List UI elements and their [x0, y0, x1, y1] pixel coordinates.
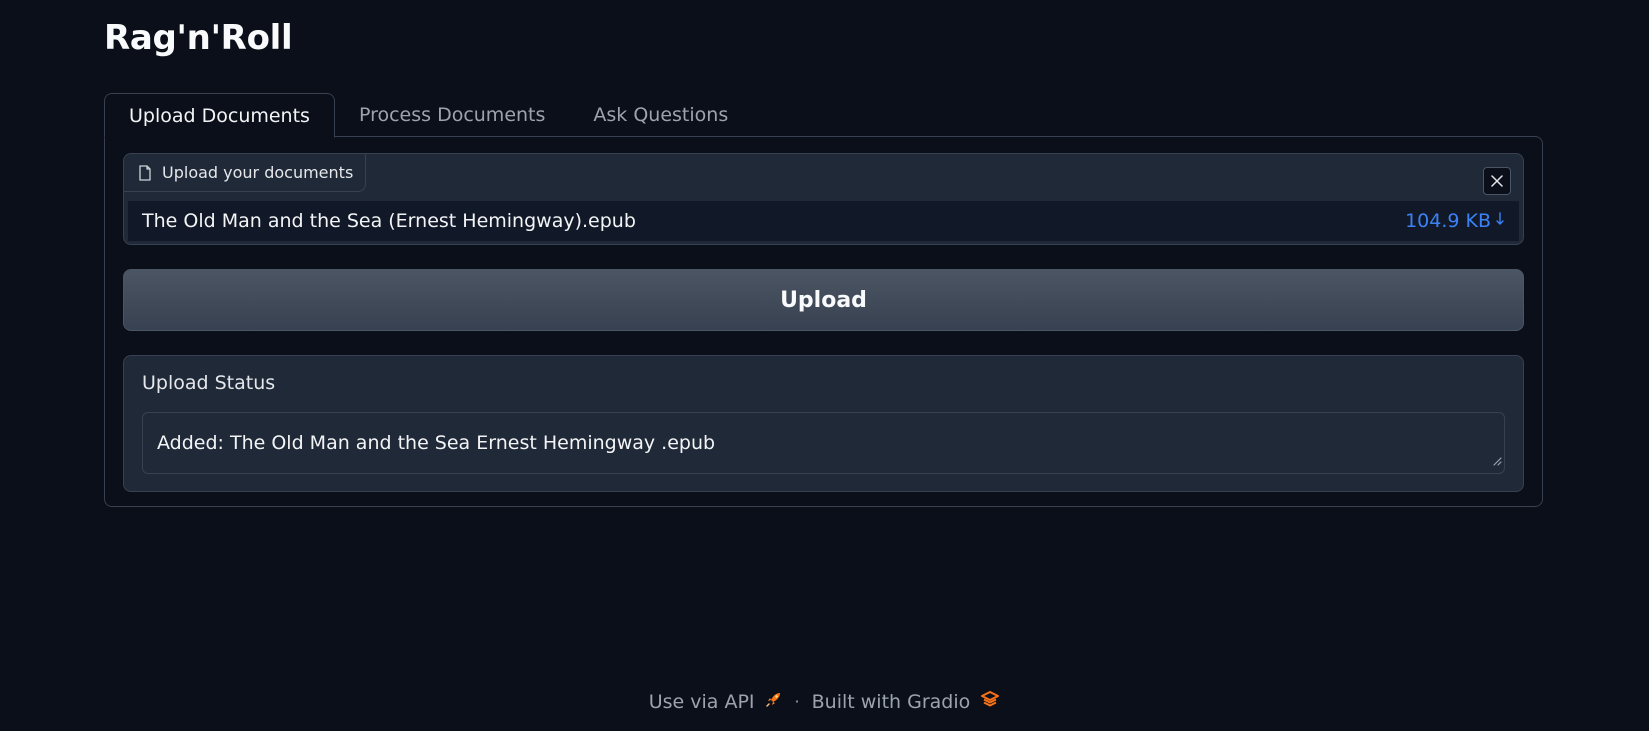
download-arrow-icon	[1495, 210, 1505, 232]
built-with-gradio-label: Built with Gradio	[811, 690, 971, 713]
upload-status-label: Upload Status	[142, 372, 276, 394]
built-with-gradio-link[interactable]: Built with Gradio	[812, 690, 1001, 713]
tab-ask-questions[interactable]: Ask Questions	[569, 93, 752, 137]
app-root: Rag'n'Roll Upload Documents Process Docu…	[0, 0, 1649, 731]
file-upload-label: Upload your documents	[124, 154, 367, 192]
close-icon	[1491, 172, 1503, 191]
file-upload-label-text: Upload your documents	[162, 163, 354, 182]
upload-status-component: Upload Status Added: The Old Man and the…	[123, 355, 1524, 492]
use-via-api-label: Use via API	[648, 690, 755, 713]
file-icon	[138, 164, 152, 181]
upload-button[interactable]: Upload	[123, 269, 1524, 331]
tab-upload-documents[interactable]: Upload Documents	[104, 93, 335, 138]
upload-status-textbox[interactable]: Added: The Old Man and the Sea Ernest He…	[142, 412, 1505, 474]
uploaded-file-name: The Old Man and the Sea (Ernest Hemingwa…	[142, 210, 636, 232]
rocket-icon	[765, 690, 783, 713]
footer: Use via API · Built with Gradio	[0, 690, 1649, 713]
footer-separator: ·	[794, 692, 800, 711]
file-upload-component: Upload your documents The Old Man and th…	[123, 153, 1524, 245]
file-size-text: 104.9 KB	[1405, 210, 1491, 232]
clear-file-button[interactable]	[1483, 167, 1511, 195]
uploaded-file-row: The Old Man and the Sea (Ernest Hemingwa…	[128, 201, 1519, 241]
use-via-api-link[interactable]: Use via API	[649, 690, 783, 713]
upload-tab-panel: Upload your documents The Old Man and th…	[104, 136, 1543, 507]
gradio-logo-icon	[980, 690, 1000, 713]
resize-handle-icon[interactable]	[1492, 449, 1502, 471]
tab-bar: Upload Documents Process Documents Ask Q…	[104, 93, 752, 138]
tab-process-documents[interactable]: Process Documents	[335, 93, 569, 137]
file-download-link[interactable]: 104.9 KB	[1405, 210, 1505, 232]
upload-status-text: Added: The Old Man and the Sea Ernest He…	[157, 432, 716, 454]
page-title: Rag'n'Roll	[104, 18, 293, 58]
